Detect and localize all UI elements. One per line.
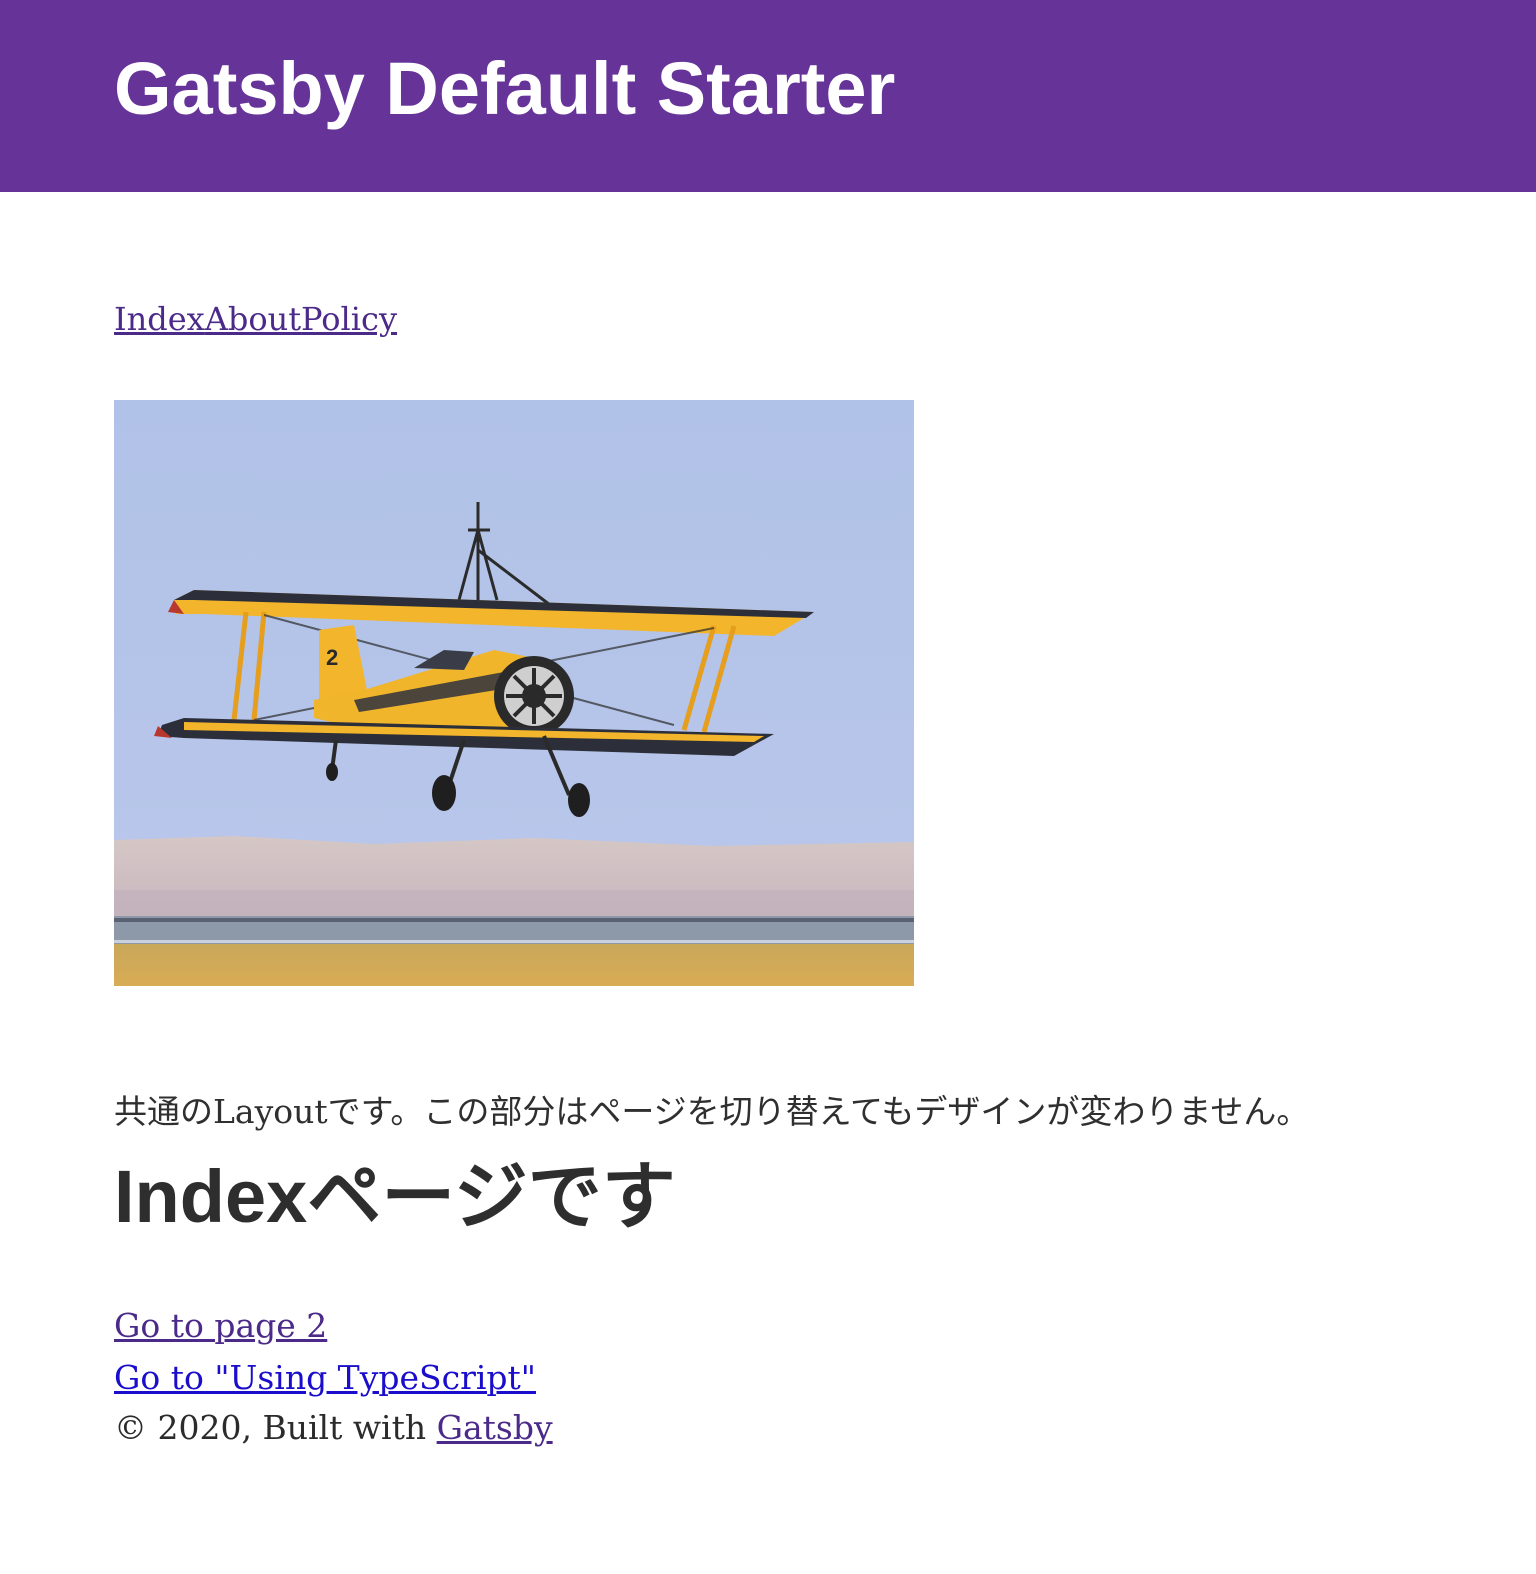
svg-text:2: 2 bbox=[326, 645, 338, 670]
site-footer: © 2020, Built with Gatsby bbox=[114, 1402, 553, 1454]
page-links: Go to page 2 Go to "Using TypeScript" bbox=[114, 1300, 536, 1404]
footer-gatsby-link[interactable]: Gatsby bbox=[437, 1408, 553, 1447]
page-heading: Indexページです bbox=[114, 1155, 676, 1238]
main-nav: IndexAboutPolicy bbox=[114, 300, 397, 338]
nav-link-about[interactable]: About bbox=[205, 300, 301, 338]
layout-note: 共通のLayoutです。この部分はページを切り替えてもデザインが変わりません。 bbox=[114, 1092, 1310, 1131]
site-title: Gatsby Default Starter bbox=[114, 52, 895, 126]
hero-image-biplane: 2 bbox=[114, 400, 914, 986]
link-go-to-page-2[interactable]: Go to page 2 bbox=[114, 1300, 536, 1352]
site-header: Gatsby Default Starter bbox=[0, 0, 1536, 192]
footer-copyright: © 2020, Built with bbox=[114, 1408, 437, 1447]
nav-link-policy[interactable]: Policy bbox=[301, 300, 397, 338]
site-title-link[interactable]: Gatsby Default Starter bbox=[114, 47, 895, 130]
link-go-to-using-typescript[interactable]: Go to "Using TypeScript" bbox=[114, 1352, 536, 1404]
nav-link-index[interactable]: Index bbox=[114, 300, 205, 338]
